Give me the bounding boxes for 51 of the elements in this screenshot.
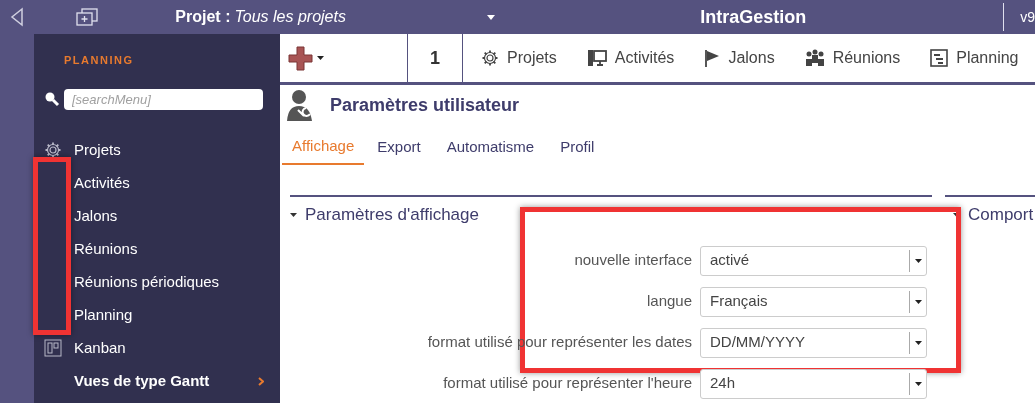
toolbar-shortcut[interactable]: Jalons [704,46,775,70]
planning-icon [930,49,949,67]
field-label: nouvelle interface [573,250,693,271]
section-header[interactable]: Paramètres d'affichage [290,202,932,228]
select-field[interactable]: Français [700,286,927,317]
project-selector[interactable]: Projet : Tous les projets [175,5,500,29]
caret-icon [290,212,297,217]
toolbar-shortcut[interactable]: Projets [481,46,557,70]
gear-icon [481,49,499,67]
flag-icon [704,49,721,67]
select-field[interactable]: activé [700,245,927,276]
caret-icon [914,381,922,386]
caret-icon [487,14,496,20]
sidebar-item[interactable]: Réunions périodiques [74,270,220,294]
select-field[interactable]: DD/MM/YYYY [700,327,927,358]
select-field[interactable]: 24h [700,368,927,399]
field-label: format utilisé pour représenter l'heure [442,373,693,394]
counter-label: 1 [429,46,441,70]
field-label: langue [645,291,693,312]
gear-icon [44,141,62,159]
tab[interactable]: Profil [547,129,608,165]
sidebar-item[interactable]: Kanban [74,336,126,360]
toolbar-shortcut[interactable]: Planning [930,46,1019,70]
version-label: v9 [1020,7,1035,27]
people-icon [804,49,825,67]
tab[interactable]: Automatisme [433,129,548,165]
sidebar-item[interactable]: Activités [74,171,130,195]
app-title: IntraGestion [700,5,808,29]
section-header[interactable]: Comport [953,202,1035,228]
sidebar-group[interactable]: Vues de type Gantt [74,369,210,393]
new-window-icon[interactable] [75,8,100,26]
kanban-icon [44,339,62,357]
toolbar-shortcut[interactable]: Réunions [804,46,901,70]
caret-icon [914,299,922,304]
tab[interactable]: Export [364,129,434,165]
sidebar-item[interactable]: Jalons [74,204,118,228]
caret-icon [317,56,324,60]
sidebar-heading: PLANNING [64,53,134,68]
page-title: Paramètres utilisateur [330,93,520,117]
chevron-icon [258,376,264,386]
search-icon [44,91,60,107]
sidebar-item[interactable]: Projets [74,138,121,162]
collapse-icon[interactable] [9,7,24,27]
search-field[interactable]: [searchMenu] [64,88,263,110]
toolbar-shortcut[interactable]: Activités [586,46,675,70]
caret-icon [914,258,922,263]
caret-icon [914,340,922,345]
sidebar-item[interactable]: Réunions [74,237,138,261]
monitor-icon [586,49,607,67]
plus-icon [288,45,313,71]
sidebar-item[interactable]: Planning [74,303,133,327]
